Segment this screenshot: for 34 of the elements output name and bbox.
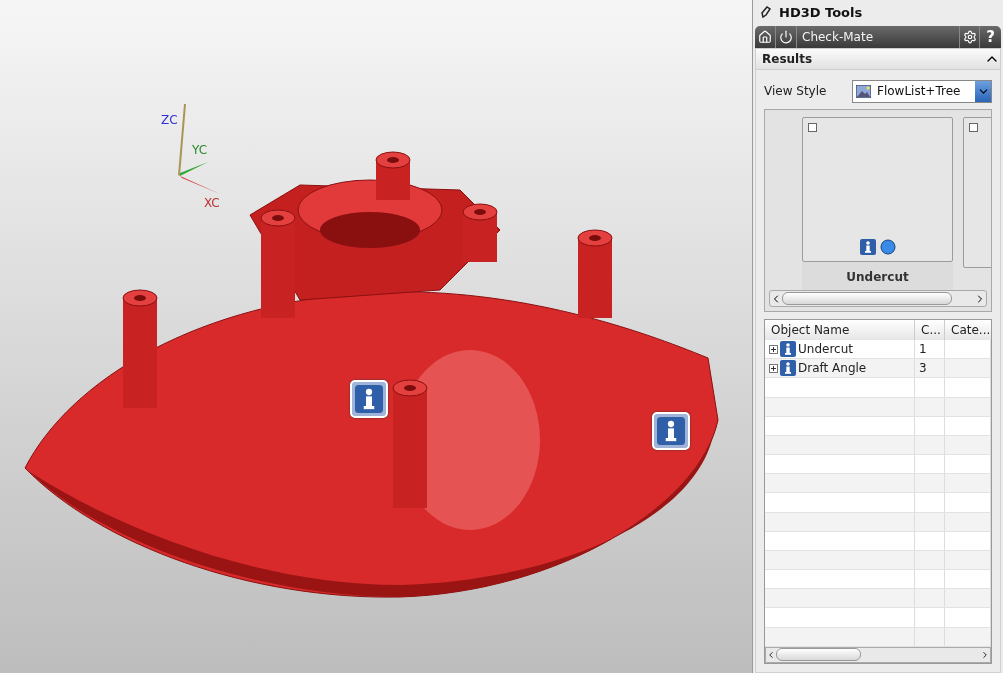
section-title: Results xyxy=(762,52,813,66)
scroll-right-icon[interactable] xyxy=(980,649,990,660)
table-cell[interactable]: Undercut xyxy=(765,340,915,359)
column-header[interactable]: Cate... xyxy=(945,320,991,340)
table-cell: 1 xyxy=(915,340,945,359)
home-icon xyxy=(758,30,772,44)
horizontal-scrollbar[interactable] xyxy=(769,290,987,307)
info-marker[interactable] xyxy=(652,412,690,450)
info-icon xyxy=(657,417,685,445)
table-cell: 3 xyxy=(915,359,945,378)
info-icon xyxy=(355,385,383,413)
picture-icon xyxy=(856,84,871,98)
object-name: Undercut xyxy=(798,342,853,357)
view-style-dropdown[interactable]: FlowList+Tree xyxy=(852,79,992,103)
info-marker[interactable] xyxy=(350,380,388,418)
help-button[interactable]: ? xyxy=(980,26,1001,48)
object-name: Draft Angle xyxy=(798,361,867,376)
circle-icon xyxy=(879,239,896,255)
info-icon xyxy=(859,239,876,255)
power-icon xyxy=(779,30,793,44)
scroll-left-icon[interactable] xyxy=(766,649,776,660)
column-header[interactable]: C... xyxy=(915,320,945,340)
results-section-header[interactable]: Results xyxy=(755,48,1001,70)
axis-label: YC xyxy=(192,143,208,157)
table-cell[interactable]: Draft Angle xyxy=(765,359,915,378)
axis-label: ZC xyxy=(161,113,178,127)
axis-label: XC xyxy=(204,196,220,210)
flow-card-label: Undercut xyxy=(802,262,953,290)
panel-title: HD3D Tools xyxy=(779,4,863,20)
tool-icon xyxy=(761,6,771,18)
column-header[interactable]: Object Name xyxy=(765,320,915,340)
settings-icon xyxy=(962,30,977,44)
toolbar-title: Check-Mate xyxy=(801,30,875,44)
view-style-label: View Style xyxy=(764,84,827,98)
